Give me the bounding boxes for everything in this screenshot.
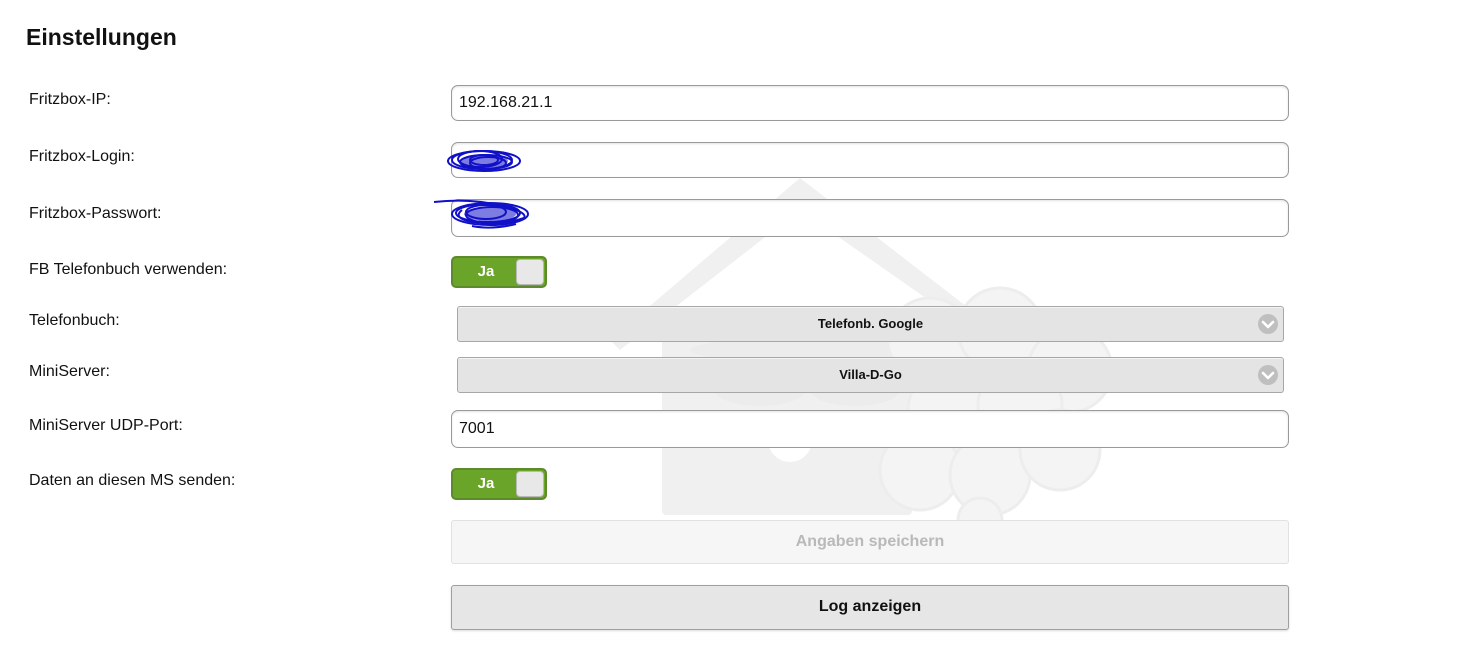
- chevron-down-icon[interactable]: [1258, 314, 1278, 334]
- send-data-toggle-state: Ja: [477, 475, 495, 492]
- settings-page: Einstellungen Fritzbox-IP: Fritzbox-Logi…: [0, 0, 1470, 654]
- fritzbox-login-label: Fritzbox-Login:: [29, 148, 135, 165]
- save-settings-button[interactable]: Angaben speichern: [451, 520, 1289, 564]
- miniserver-selected-value: Villa-D-Go: [839, 367, 902, 382]
- send-data-toggle[interactable]: Ja: [451, 468, 547, 500]
- fb-phonebook-toggle-state: Ja: [477, 263, 495, 280]
- fritzbox-ip-label: Fritzbox-IP:: [29, 91, 111, 108]
- phonebook-label: Telefonbuch:: [29, 312, 120, 329]
- page-title: Einstellungen: [26, 24, 177, 50]
- fritzbox-login-input[interactable]: [451, 142, 1289, 178]
- fb-phonebook-toggle-label: FB Telefonbuch verwenden:: [29, 261, 228, 278]
- miniserver-select[interactable]: Villa-D-Go: [457, 357, 1284, 393]
- phonebook-selected-value: Telefonb. Google: [817, 316, 924, 331]
- show-log-button[interactable]: Log anzeigen: [451, 585, 1289, 630]
- toggle-knob[interactable]: [516, 471, 544, 497]
- fritzbox-password-input[interactable]: [451, 199, 1289, 237]
- chevron-down-icon[interactable]: [1258, 365, 1278, 385]
- send-data-toggle-label: Daten an diesen MS senden:: [29, 472, 236, 489]
- fb-phonebook-toggle[interactable]: Ja: [451, 256, 547, 288]
- miniserver-udp-port-input[interactable]: [451, 410, 1289, 448]
- miniserver-udp-port-label: MiniServer UDP-Port:: [29, 417, 183, 434]
- fritzbox-password-label: Fritzbox-Passwort:: [29, 205, 162, 222]
- toggle-knob[interactable]: [516, 259, 544, 285]
- phonebook-select[interactable]: Telefonb. Google: [457, 306, 1284, 342]
- fritzbox-ip-input[interactable]: [451, 85, 1289, 121]
- miniserver-label: MiniServer:: [29, 363, 110, 380]
